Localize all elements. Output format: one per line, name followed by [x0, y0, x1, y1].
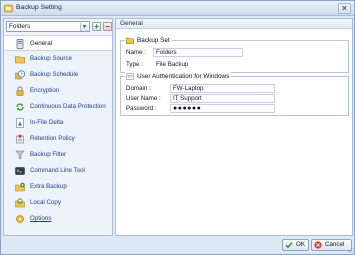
chevron-down-icon[interactable]: ▼: [80, 23, 88, 31]
sidebar-item-label: Extra Backup: [30, 183, 67, 190]
backup-setting-window: Backup Setting ✕ Folders ▼ + − General B…: [0, 0, 355, 255]
schedule-clock-icon: [15, 70, 25, 80]
sidebar-item-label: Backup Schedule: [30, 71, 79, 78]
sidebar-item-label: Command Line Tool: [30, 167, 85, 174]
sidebar-item-options[interactable]: Options: [4, 211, 112, 227]
settings-sidebar: Folders ▼ + − General Backup Source Back…: [3, 18, 113, 236]
domain-row: Domain : FW-Laptop: [126, 84, 346, 93]
options-icon: [16, 215, 24, 223]
sidebar-item-in-file-delta[interactable]: In-File Delta: [4, 115, 112, 131]
general-settings-icon: [16, 39, 24, 49]
encryption-lock-icon: [16, 86, 24, 96]
retention-policy-icon: [16, 134, 24, 144]
name-label: Name :: [126, 49, 146, 56]
sidebar-item-command-line-tool[interactable]: Command Line Tool: [4, 163, 112, 179]
cancel-x-icon: [314, 241, 322, 249]
sidebar-item-encryption[interactable]: Encryption: [4, 83, 112, 99]
username-row: User Name : IT Support: [126, 94, 346, 103]
sidebar-item-local-copy[interactable]: Local Copy: [4, 195, 112, 211]
local-copy-icon: [15, 198, 25, 208]
sidebar-item-label: In-File Delta: [30, 119, 64, 126]
backup-set-group: Backup Set Name : Folders Type : File Ba…: [120, 36, 349, 73]
sidebar-item-label: Retention Policy: [30, 135, 75, 142]
user-auth-group-title: User Authentication for Windows: [125, 72, 232, 81]
extra-backup-icon: [15, 182, 25, 192]
resize-grip-icon[interactable]: [347, 247, 353, 253]
sidebar-item-retention-policy[interactable]: Retention Policy: [4, 131, 112, 147]
sidebar-item-backup-schedule[interactable]: Backup Schedule: [4, 67, 112, 83]
password-row: Password : ●●●●●●: [126, 104, 346, 113]
app-icon: [4, 4, 13, 13]
cancel-button[interactable]: Cancel: [311, 239, 352, 251]
sidebar-item-continuous-data-protection[interactable]: Continuous Data Protection: [4, 99, 112, 115]
sidebar-item-label: Continuous Data Protection: [30, 103, 106, 110]
type-value: File Backup: [153, 60, 243, 69]
dialog-footer: OK Cancel: [1, 238, 354, 254]
filter-funnel-icon: [15, 150, 25, 160]
domain-label: Domain :: [126, 85, 151, 92]
backup-set-icon: [126, 37, 134, 44]
user-auth-group-label: User Authentication for Windows: [137, 73, 230, 80]
sidebar-item-extra-backup[interactable]: Extra Backup: [4, 179, 112, 195]
in-file-delta-icon: [16, 118, 24, 128]
domain-field[interactable]: FW-Laptop: [170, 84, 275, 93]
sidebar-item-backup-source[interactable]: Backup Source: [4, 51, 112, 67]
sidebar-item-label: General: [30, 40, 53, 47]
sidebar-item-label: Local Copy: [30, 199, 61, 206]
ok-button-label: OK: [296, 241, 305, 248]
user-auth-group: User Authentication for Windows Domain :…: [120, 72, 349, 116]
settings-panel: General Backup Set Name : Folders Type :…: [115, 18, 353, 236]
user-auth-icon: [126, 73, 134, 80]
name-row: Name : Folders: [126, 48, 346, 57]
type-row: Type : File Backup: [126, 60, 346, 69]
window-title: Backup Setting: [16, 4, 62, 11]
password-field[interactable]: ●●●●●●: [170, 104, 275, 113]
backup-set-dropdown-value: Folders: [9, 23, 31, 30]
ok-button[interactable]: OK: [282, 239, 309, 251]
backup-source-icon: [15, 56, 25, 64]
remove-backup-set-button[interactable]: −: [103, 22, 112, 31]
continuous-data-protection-icon: [16, 103, 24, 111]
name-field[interactable]: Folders: [153, 48, 243, 57]
sidebar-item-label: Options: [30, 215, 52, 222]
password-label: Password :: [126, 105, 157, 112]
sidebar-item-label: Encryption: [30, 87, 60, 94]
username-label: User Name :: [126, 95, 161, 102]
backup-set-group-label: Backup Set: [137, 37, 170, 44]
cancel-button-label: Cancel: [325, 241, 345, 248]
checkmark-icon: [285, 242, 293, 249]
sidebar-item-general[interactable]: General: [4, 35, 112, 51]
window-close-button[interactable]: ✕: [338, 3, 351, 14]
username-field[interactable]: IT Support: [170, 94, 275, 103]
settings-nav-list: General Backup Source Backup Schedule En…: [4, 35, 112, 227]
add-backup-set-button[interactable]: +: [92, 22, 101, 31]
backup-set-dropdown[interactable]: Folders ▼: [6, 21, 90, 32]
command-line-icon: [15, 167, 25, 175]
title-bar: Backup Setting ✕: [1, 1, 354, 16]
sidebar-item-label: Backup Filter: [30, 151, 67, 158]
panel-title: General: [116, 19, 352, 29]
type-label: Type :: [126, 61, 143, 68]
sidebar-item-backup-filter[interactable]: Backup Filter: [4, 147, 112, 163]
sidebar-item-label: Backup Source: [30, 55, 72, 62]
backup-set-group-title: Backup Set: [125, 36, 172, 45]
